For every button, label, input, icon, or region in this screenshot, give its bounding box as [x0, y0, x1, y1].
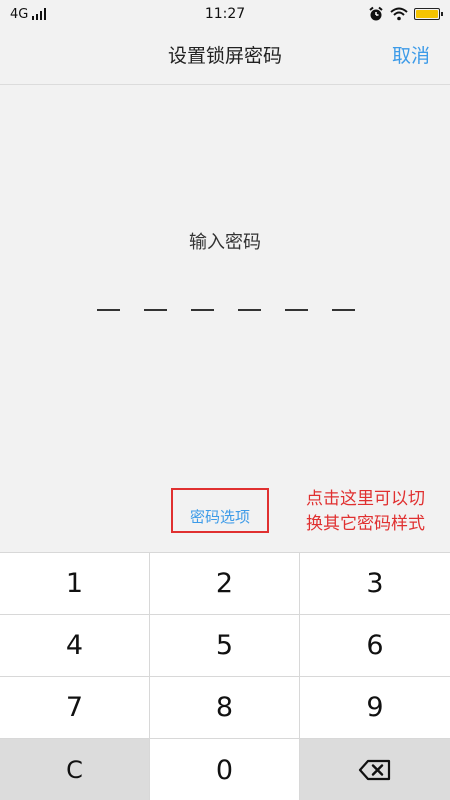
key-5[interactable]: 5: [150, 615, 300, 677]
pin-slot: [191, 309, 214, 311]
annotation-line-2: 换其它密码样式: [306, 514, 425, 534]
numeric-keypad: 1 2 3 4 5 6 7 8 9 C 0: [0, 552, 450, 800]
annotation-line-1: 点击这里可以切: [306, 489, 425, 509]
battery-level: [416, 10, 438, 18]
enter-password-label: 输入密码: [189, 232, 261, 253]
alarm-icon: [369, 6, 383, 21]
pin-slot: [144, 309, 167, 311]
battery-icon: [414, 8, 443, 20]
pin-slot: [332, 309, 355, 311]
annotation-text: 点击这里可以切 换其它密码样式: [306, 487, 450, 537]
page-title: 设置锁屏密码: [167, 45, 282, 67]
key-6[interactable]: 6: [300, 615, 450, 677]
wifi-icon: [390, 7, 408, 21]
network-type: 4G: [10, 6, 29, 22]
backspace-icon: [358, 759, 391, 781]
backspace-key[interactable]: [300, 739, 450, 800]
pin-slots: [97, 309, 355, 311]
pin-slot: [285, 309, 308, 311]
key-9[interactable]: 9: [300, 677, 450, 739]
lock-screen-password-setup: 4G 11:27 设置锁屏密码 取消 输入密码 密码选项 点击这里可以切 换其它…: [0, 0, 450, 800]
key-8[interactable]: 8: [150, 677, 300, 739]
status-left: 4G: [10, 6, 47, 22]
pin-slot: [238, 309, 261, 311]
key-4[interactable]: 4: [0, 615, 150, 677]
key-7[interactable]: 7: [0, 677, 150, 739]
status-bar: 4G 11:27: [0, 0, 450, 28]
password-options-link[interactable]: 密码选项: [173, 506, 267, 527]
signal-icon: [32, 8, 47, 20]
password-options-highlight: 密码选项: [171, 488, 269, 533]
status-right: [368, 6, 443, 22]
key-3[interactable]: 3: [300, 553, 450, 615]
key-0[interactable]: 0: [150, 739, 300, 800]
key-1[interactable]: 1: [0, 553, 150, 615]
cancel-button[interactable]: 取消: [392, 28, 430, 84]
key-2[interactable]: 2: [150, 553, 300, 615]
clear-key[interactable]: C: [0, 739, 150, 800]
nav-bar: 设置锁屏密码 取消: [0, 28, 450, 85]
pin-slot: [97, 309, 120, 311]
